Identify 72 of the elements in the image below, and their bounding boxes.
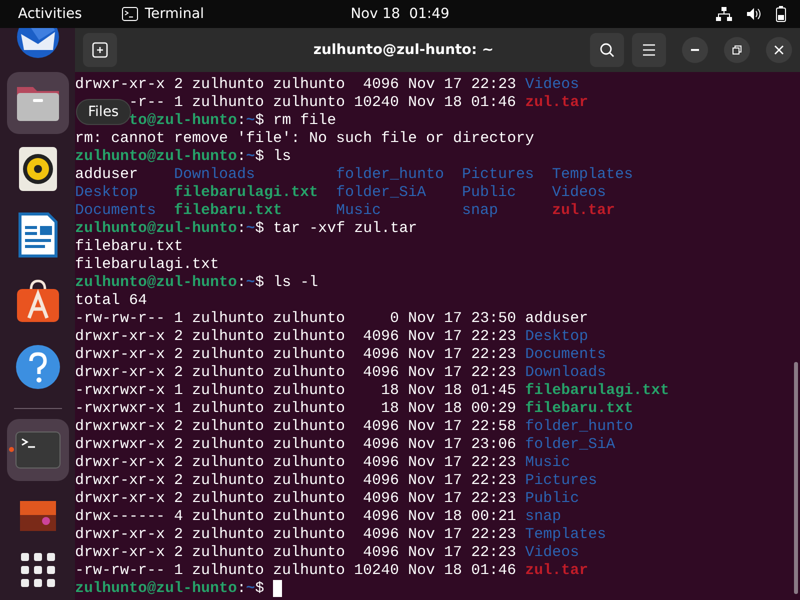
- file-name: Pictures: [462, 166, 536, 184]
- file-name: adduser: [75, 166, 140, 184]
- file-name: Videos: [552, 184, 608, 202]
- plus-icon: [92, 42, 108, 58]
- listing-line: drwxrwxr-x 2 zulhunto zulhunto 4096 Nov 17 22:58 folder_hunto: [75, 418, 634, 436]
- terminal-icon: [14, 431, 60, 469]
- search-button[interactable]: [590, 33, 624, 67]
- output-line: total 64: [75, 292, 148, 310]
- speaker-icon: [18, 147, 56, 191]
- output-line: filebarulagi.txt: [75, 256, 220, 274]
- terminal-icon: [122, 7, 138, 21]
- menu-button[interactable]: [632, 33, 666, 67]
- scrollbar[interactable]: [794, 362, 798, 594]
- minimize-icon: [691, 49, 699, 51]
- listing-line: drwxr-xr-x 2 zulhunto zulhunto 4096 Nov 17 22:23 Videos: [75, 544, 580, 562]
- file-name: Documents: [75, 202, 158, 220]
- listing-line: drwxr-xr-x 2 zulhunto zulhunto 4096 Nov 17 22:23 Documents: [75, 346, 606, 364]
- file-name: zul.tar: [552, 202, 616, 220]
- prompt-line: to@zul-hunto:~$ rm file: [129, 112, 336, 129]
- listing-line: -rwxrwxr-x 1 zulhunto zulhunto 18 Nov 18 00:29 filebaru.txt: [75, 400, 634, 418]
- app-menu-label[interactable]: Terminal: [144, 6, 204, 22]
- restore-icon: [732, 45, 742, 55]
- prompt-line: zulhunto@zul-hunto:~$ ls -l: [75, 274, 318, 291]
- file-name: Downloads: [174, 166, 256, 184]
- clock[interactable]: Nov 18 01:49: [350, 6, 450, 22]
- listing-line: -r-- 1 zulhunto zulhunto 10240 Nov 18 01:46 zul.tar: [129, 94, 588, 112]
- network-icon[interactable]: [716, 7, 732, 21]
- minimize-button[interactable]: [682, 37, 708, 63]
- document-icon: [18, 212, 58, 258]
- app-grid-icon[interactable]: [20, 553, 54, 587]
- file-name: Music: [336, 202, 382, 220]
- listing-line: drwxr-xr-x 2 zulhunto zulhunto 4096 Nov 17 22:23 Music: [75, 454, 570, 472]
- menu-icon: [642, 44, 656, 56]
- file-name: filebaru.txt: [174, 202, 284, 220]
- file-name: Templates: [552, 166, 634, 184]
- help-icon: [14, 344, 60, 390]
- file-name: Public: [462, 184, 518, 202]
- image-viewer-icon: [20, 501, 56, 531]
- output-line: rm: cannot remove 'file': No such file or directory: [75, 130, 534, 148]
- window-title: zulhunto@zul-hunto: ~: [313, 42, 494, 58]
- volume-icon[interactable]: [746, 7, 762, 21]
- running-indicator: [8, 447, 14, 452]
- output-line: filebaru.txt: [75, 238, 184, 256]
- new-tab-button[interactable]: [83, 33, 117, 67]
- listing-line: -rw-rw-r-- 1 zulhunto zulhunto 10240 Nov 18 01:46 zul.tar: [75, 562, 588, 580]
- file-name: folder_hunto: [336, 166, 446, 184]
- battery-icon[interactable]: [776, 6, 786, 22]
- listing-line: drwxr-xr-x 2 zulhunto zulhunto 4096 Nov 17 22:23 Videos: [75, 76, 580, 94]
- file-name: snap: [462, 202, 500, 220]
- listing-line: drwx------ 4 zulhunto zulhunto 4096 Nov 18 00:21 snap: [75, 508, 562, 526]
- activities-button[interactable]: Activities: [0, 6, 100, 22]
- file-name: filebarulagi.txt: [174, 184, 320, 202]
- listing-line: -rwxrwxr-x 1 zulhunto zulhunto 18 Nov 18 01:45 filebarulagi.txt: [75, 382, 670, 400]
- listing-line: drwxr-xr-x 2 zulhunto zulhunto 4096 Nov 17 22:23 Pictures: [75, 472, 598, 490]
- close-icon: [774, 45, 784, 55]
- listing-line: -rw-rw-r-- 1 zulhunto zulhunto 0 Nov 17 23:50 adduser: [75, 310, 588, 328]
- close-button[interactable]: [766, 37, 792, 63]
- maximize-button[interactable]: [724, 37, 750, 63]
- shopping-bag-icon: [14, 278, 60, 324]
- search-icon: [599, 42, 615, 58]
- listing-line: drwxrwxr-x 2 zulhunto zulhunto 4096 Nov 17 23:06 folder_SiA: [75, 436, 616, 454]
- file-name: folder_SiA: [336, 184, 428, 202]
- prompt-line: zulhunto@zul-hunto:~$: [75, 580, 266, 597]
- tooltip: Files: [76, 99, 131, 125]
- listing-line: drwxr-xr-x 2 zulhunto zulhunto 4096 Nov 17 22:23 Downloads: [75, 364, 606, 382]
- listing-line: drwxr-xr-x 2 zulhunto zulhunto 4096 Nov 17 22:23 Public: [75, 490, 580, 508]
- dock-item[interactable]: [6, 72, 68, 134]
- file-name: Desktop: [75, 184, 140, 202]
- prompt-line: zulhunto@zul-hunto:~$ ls: [75, 148, 292, 165]
- listing-line: drwxr-xr-x 2 zulhunto zulhunto 4096 Nov 17 22:23 Templates: [75, 526, 606, 544]
- prompt-line: zulhunto@zul-hunto:~$ tar -xvf zul.tar: [75, 220, 418, 237]
- listing-line: drwxr-xr-x 2 zulhunto zulhunto 4096 Nov 17 22:23 Desktop: [75, 328, 588, 346]
